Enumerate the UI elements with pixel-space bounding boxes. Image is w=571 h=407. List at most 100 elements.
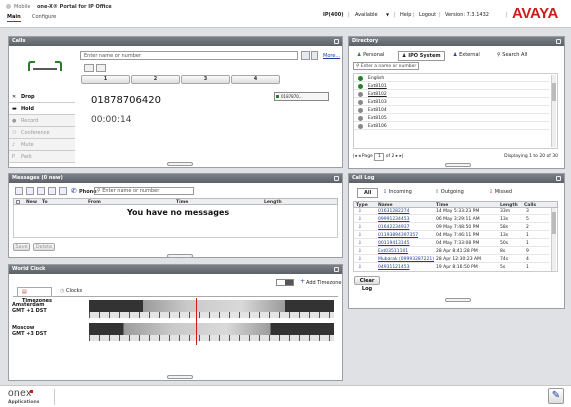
first-page-icon[interactable]: |◂ [353,154,357,159]
add-timezone-link[interactable]: Add Timezone [306,280,341,286]
search-icon: ⚲ [497,52,501,58]
mini-call-card[interactable]: 0187870... [274,92,329,101]
world-clock-title: World Clock [12,266,46,272]
tab-all[interactable]: All [357,188,379,198]
line-key-1[interactable]: 1 [81,75,130,84]
directory-entry[interactable]: Ext8101 [354,83,550,90]
tab-external[interactable]: ♟ External [453,52,480,58]
call-log-row[interactable]: ⇩ 04931121453 19 Apr 8:16:50 PM 5s 1 [354,264,550,271]
resize-handle[interactable] [445,298,471,302]
phone-icon: ✆ [71,187,77,195]
minimize-icon[interactable] [556,176,561,181]
dial-input[interactable]: Enter name or number [80,51,298,60]
resize-handle[interactable] [167,254,193,257]
top-bar: Mobile one-X® Portal for IP Office Main … [0,0,571,28]
tab-ipo-system[interactable]: ♟ IPO System [398,51,445,61]
next-page-icon[interactable]: ▸ [396,154,398,159]
directory-panel: Directory ♟ Personal ♟ IPO System ♟ Exte… [348,36,565,169]
line-active-icon [276,95,279,98]
msg-tool-5[interactable] [59,187,67,195]
call-log-row[interactable]: ⇩ Ext03511101 28 Apr 8:41:28 PM 8s 9 [354,248,550,255]
park-button[interactable]: P Park [9,151,75,163]
call-log-scrollbar[interactable] [551,208,556,271]
call-log-header: Call Log [349,174,564,183]
line-key-3[interactable]: 3 [181,75,230,84]
page-input[interactable]: 1 [374,153,385,161]
msg-tool-2[interactable] [26,187,34,195]
call-log-row[interactable]: ⇩ 09991234453 06 May 3:29:11 AM 13s 5 [354,216,550,223]
directory-entry[interactable]: Ext8106 [354,123,550,130]
directory-entry[interactable]: Ext8102 [354,91,550,98]
minimize-icon[interactable] [334,39,339,44]
minimize-icon[interactable] [334,267,339,272]
msg-tool-4[interactable] [48,187,56,195]
missed-icon: ⇩ [489,189,494,195]
call-log-list: ⇩ 01631282274 14 May 5:33:23 PM 33m 3 ⇩ … [353,208,558,272]
transfer-icon[interactable] [96,64,106,72]
resize-handle[interactable] [167,162,193,166]
incoming-icon: ⇩ [383,189,388,195]
contact-icon[interactable] [301,51,310,60]
sep-1: | [348,12,350,18]
presence-icon [358,84,363,89]
tab-search-all[interactable]: ⚲ Search All [497,52,527,58]
availability-dropdown[interactable]: Available [355,12,378,18]
mobile-icon[interactable] [6,4,11,9]
view-toggle[interactable] [276,279,294,286]
directory-entry[interactable]: Ext8103 [354,99,550,106]
col-checkbox[interactable] [16,200,20,204]
msg-tool-3[interactable] [37,187,45,195]
record-button[interactable]: ● Record [9,115,75,127]
directory-search-input[interactable]: ⚲ Enter a name or number [353,62,419,70]
line-key-2[interactable]: 2 [131,75,180,84]
delete-button[interactable]: Delete [33,243,55,251]
tab-personal[interactable]: ♟ Personal [357,52,384,58]
keypad-icon[interactable] [84,64,94,72]
directory-entry[interactable]: Ext8104 [354,107,550,114]
resize-handle[interactable] [167,375,193,379]
mute-button[interactable]: ♪ Mute [9,139,75,151]
call-log-row[interactable]: ⇩ Mubarak (09993287221) 28 Apr 12:30:23 … [354,256,550,263]
call-log-row[interactable]: ⇩ 01631282274 14 May 5:33:23 PM 33m 3 [354,208,550,215]
call-log-row[interactable]: ⇩ 01193894397357 04 May 7:46:11 PM 13s 1 [354,232,550,239]
incoming-call-icon: ⇩ [358,217,362,222]
edit-icon[interactable]: ✎ [548,388,564,404]
logout-link[interactable]: Logout [419,12,436,18]
tab-outgoing[interactable]: ⇧ Outgoing [435,189,464,195]
help-link[interactable]: Help [400,12,411,18]
mobile-link[interactable]: Mobile [14,4,30,10]
tab-main[interactable]: Main [7,14,21,22]
conference-button[interactable]: ⚇ Conference [9,127,75,139]
drop-button[interactable]: ✕ Drop [9,91,75,103]
resize-handle[interactable] [445,163,471,167]
minimize-icon[interactable] [334,176,339,181]
footer: onex Applications ✎ [0,385,571,407]
sep-2: | [394,12,396,18]
minimize-icon[interactable] [556,39,561,44]
more-link[interactable]: More... [323,53,340,59]
tab-configure[interactable]: Configure [32,14,56,20]
page-label: Page [361,154,373,159]
directory-entry[interactable]: Ext8105 [354,115,550,122]
clocks-icon: ◷ [60,288,65,294]
line-key-4[interactable]: 4 [231,75,280,84]
call-log-row[interactable]: ⇩ 01642234937 09 May 7:48:50 PM 58s 2 [354,224,550,231]
directory-scrollbar[interactable] [551,75,556,147]
last-page-icon[interactable]: ▸| [399,154,403,159]
chevron-down-icon[interactable]: ▼ [386,12,389,17]
hold-button[interactable]: ▬ Hold [9,103,75,115]
zone-offset: GMT +1 DST [12,308,47,314]
add-icon[interactable]: + [300,278,305,285]
tab-incoming[interactable]: ⇩ Incoming [383,189,412,195]
message-search-input[interactable]: ⚲ Enter name or number [94,187,194,195]
call-log-row[interactable]: ⇩ 00119413145 04 May 7:33:08 PM 50s 1 [354,240,550,247]
prev-page-icon[interactable]: ◂ [358,154,360,159]
directory-entry[interactable]: English [354,75,550,82]
msg-tool-1[interactable] [15,187,23,195]
clear-log-button[interactable]: Clear Log [354,276,380,292]
tab-missed[interactable]: ⇩ Missed [489,189,512,195]
messages-title: Messages (0 new) [12,175,63,181]
save-button[interactable]: Save [13,243,30,251]
call-icon[interactable] [311,51,318,60]
presence-icon [358,100,363,105]
